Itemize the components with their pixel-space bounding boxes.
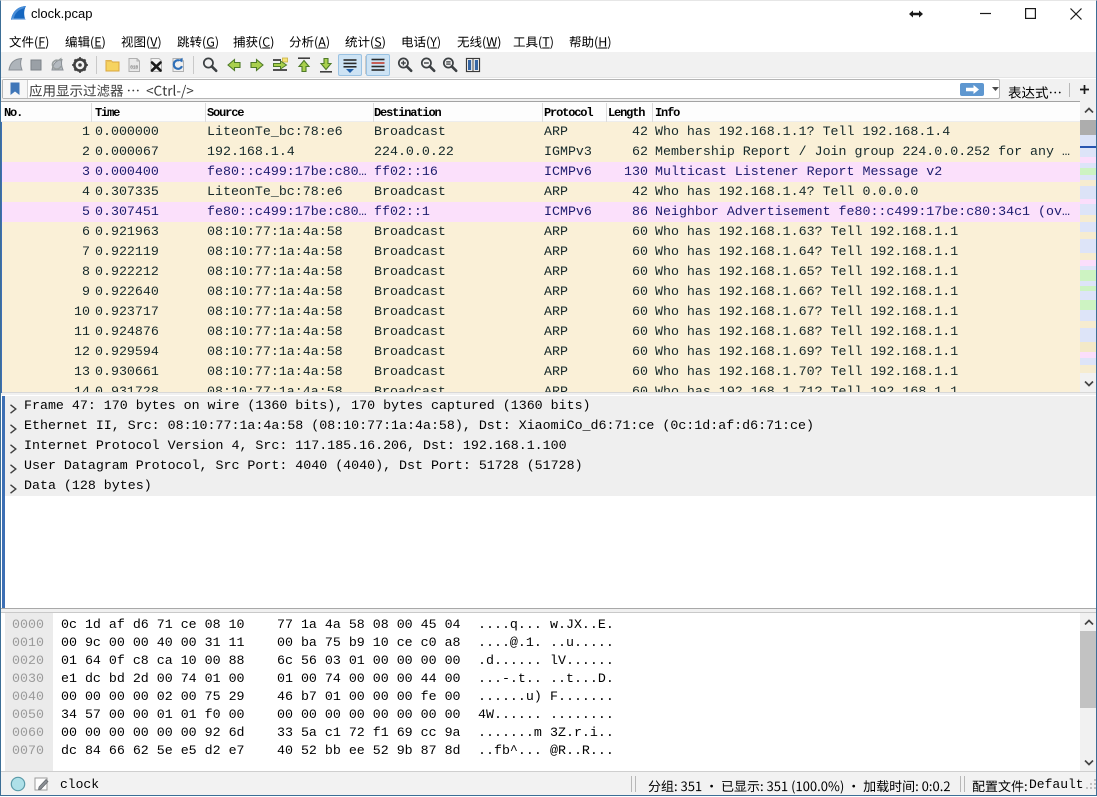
- svg-text:010: 010: [130, 66, 138, 71]
